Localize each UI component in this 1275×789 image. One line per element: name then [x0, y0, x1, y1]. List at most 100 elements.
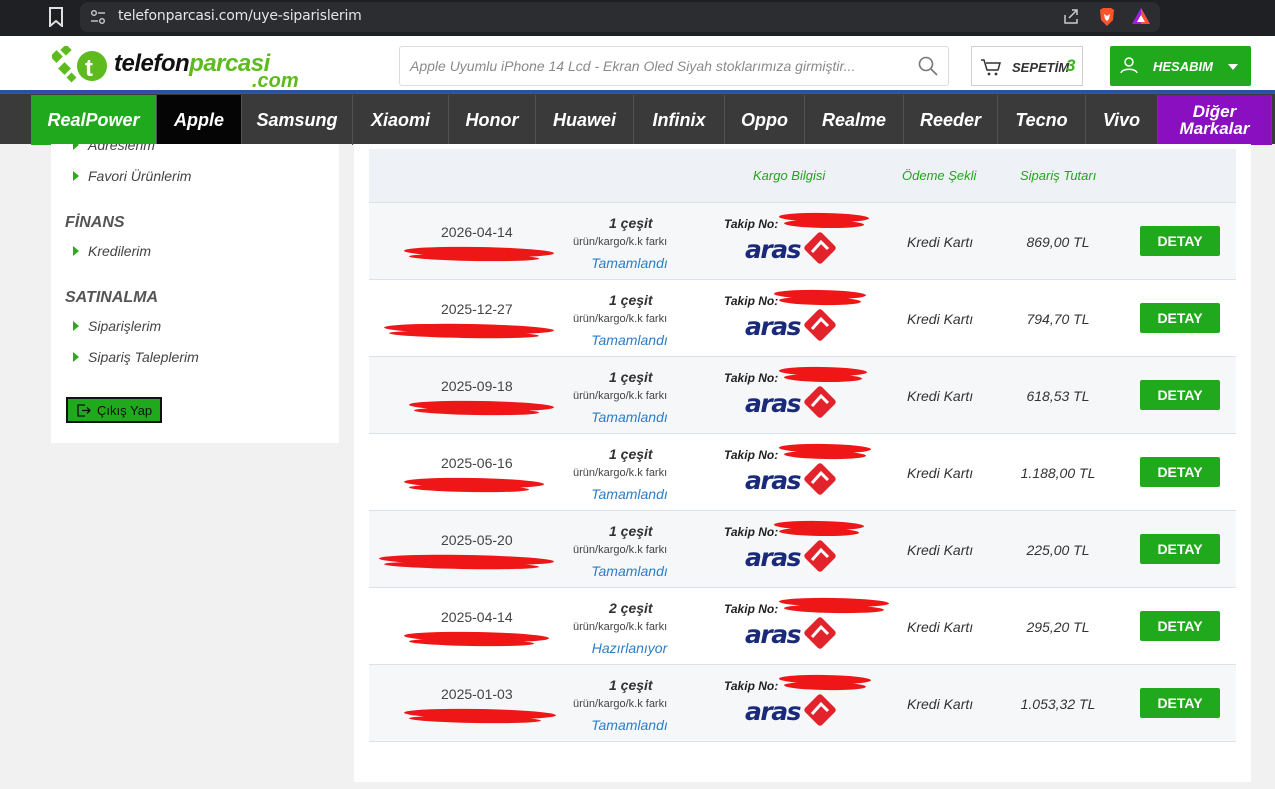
sidebar-item-favorites[interactable]: Favori Ürünlerim: [73, 168, 191, 184]
carrier-logo: aras: [745, 462, 841, 502]
rewards-icon[interactable]: [1131, 7, 1151, 25]
carrier-logo: aras: [745, 616, 841, 656]
detail-button[interactable]: DETAY: [1140, 611, 1220, 641]
arrow-right-icon: [73, 171, 79, 181]
order-date: 2026-04-14: [441, 224, 513, 240]
carrier-logo: aras: [745, 693, 841, 733]
brave-shield-icon[interactable]: [1098, 7, 1116, 27]
variety-count: 1 çeşit: [609, 292, 653, 308]
logout-button[interactable]: Çıkış Yap: [66, 397, 162, 423]
browser-toolbar: telefonparcasi.com/uye-siparislerim: [0, 0, 1275, 36]
logout-icon: [77, 404, 91, 417]
aras-logo-icon: [804, 694, 836, 726]
variety-count: 1 çeşit: [609, 215, 653, 231]
detail-button[interactable]: DETAY: [1140, 534, 1220, 564]
detail-button[interactable]: DETAY: [1140, 688, 1220, 718]
order-status: Tamamlandı: [591, 717, 668, 733]
redaction-mark: [783, 219, 865, 229]
cart-icon: [981, 59, 1001, 76]
order-date: 2025-12-27: [441, 301, 513, 317]
carrier-name: aras: [745, 466, 801, 495]
order-date: 2025-06-16: [441, 455, 513, 471]
bookmark-icon[interactable]: [48, 7, 64, 27]
redaction-mark: [783, 373, 863, 383]
nav-item-reeder[interactable]: Reeder: [904, 95, 998, 145]
tracking-label: Takip No:: [724, 602, 779, 616]
header-shipping: Kargo Bilgisi: [753, 168, 826, 183]
order-amount: 794,70 TL: [1026, 311, 1090, 327]
account-button[interactable]: HESABIM: [1110, 46, 1251, 86]
nav-item-tecno[interactable]: Tecno: [998, 95, 1086, 145]
order-status: Tamamlandı: [591, 486, 668, 502]
url-text[interactable]: telefonparcasi.com/uye-siparislerim: [118, 8, 362, 24]
tracking-label: Takip No:: [724, 217, 779, 231]
sidebar-item-order-requests[interactable]: Sipariş Taleplerim: [73, 349, 199, 365]
share-icon[interactable]: [1062, 7, 1080, 25]
table-row: 2025-06-16 1 çeşit ürün/kargo/k.k farkı …: [369, 434, 1236, 511]
logo-wordmark: telefonparcasi: [114, 50, 270, 77]
header-total: Sipariş Tutarı: [1020, 168, 1097, 183]
cart-button[interactable]: SEPETİM 3: [971, 46, 1083, 86]
redaction-mark: [783, 450, 867, 460]
site-settings-icon[interactable]: [90, 9, 106, 25]
order-status: Tamamlandı: [591, 563, 668, 579]
orders-panel: Kargo Bilgisi Ödeme Şekli Sipariş Tutarı…: [354, 144, 1251, 782]
price-diff-label: ürün/kargo/k.k farkı: [573, 390, 668, 402]
price-diff-label: ürün/kargo/k.k farkı: [573, 698, 668, 710]
payment-method: Kredi Kartı: [907, 696, 974, 712]
payment-method: Kredi Kartı: [907, 542, 974, 558]
header-payment: Ödeme Şekli: [902, 168, 977, 183]
table-header: Kargo Bilgisi Ödeme Şekli Sipariş Tutarı: [369, 149, 1236, 203]
nav-item-xiaomi[interactable]: Xiaomi: [353, 95, 449, 145]
carrier-logo: aras: [745, 539, 841, 579]
brand-nav: RealPower Apple Samsung Xiaomi Honor Hua…: [0, 93, 1275, 145]
redaction-mark: [778, 296, 862, 306]
nav-item-realme[interactable]: Realme: [805, 95, 904, 145]
price-diff-label: ürün/kargo/k.k farkı: [573, 467, 668, 479]
payment-method: Kredi Kartı: [907, 465, 974, 481]
nav-item-honor[interactable]: Honor: [449, 95, 536, 145]
tracking-label: Takip No:: [724, 679, 779, 693]
order-amount: 869,00 TL: [1026, 234, 1090, 250]
carrier-name: aras: [745, 697, 801, 726]
nav-item-huawei[interactable]: Huawei: [536, 95, 634, 145]
tracking-label: Takip No:: [724, 525, 779, 539]
logo-mark-icon: t: [52, 46, 107, 83]
nav-item-other-brands[interactable]: Diğer Markalar: [1158, 95, 1272, 145]
aras-logo-icon: [804, 463, 836, 495]
sidebar-heading-satinalma: SATINALMA: [65, 289, 159, 306]
order-amount: 225,00 TL: [1026, 542, 1090, 558]
nav-item-realpower[interactable]: RealPower: [31, 95, 157, 145]
detail-button[interactable]: DETAY: [1140, 303, 1220, 333]
nav-item-samsung[interactable]: Samsung: [242, 95, 353, 145]
tracking-label: Takip No:: [724, 371, 779, 385]
arrow-right-icon: [73, 352, 79, 362]
address-bar[interactable]: telefonparcasi.com/uye-siparislerim: [80, 2, 1160, 32]
carrier-name: aras: [745, 389, 801, 418]
sidebar-item-credits[interactable]: Kredilerim: [73, 243, 151, 259]
site-logo[interactable]: t telefonparcasi .com: [52, 46, 312, 92]
detail-button[interactable]: DETAY: [1140, 226, 1220, 256]
detail-button[interactable]: DETAY: [1140, 457, 1220, 487]
chevron-down-icon: [1228, 64, 1238, 70]
aras-logo-icon: [804, 232, 836, 264]
tracking-label: Takip No:: [724, 294, 779, 308]
carrier-logo: aras: [745, 231, 841, 271]
table-row: 2025-05-20 1 çeşit ürün/kargo/k.k farkı …: [369, 511, 1236, 588]
sidebar-heading-finans: FİNANS: [65, 214, 125, 231]
search-input[interactable]: Apple Uyumlu iPhone 14 Lcd - Ekran Oled …: [399, 46, 949, 86]
nav-item-infinix[interactable]: Infinix: [634, 95, 725, 145]
order-status: Tamamlandı: [591, 332, 668, 348]
sidebar-item-orders[interactable]: Siparişlerim: [73, 318, 161, 334]
nav-item-apple[interactable]: Apple: [157, 95, 242, 145]
nav-item-vivo[interactable]: Vivo: [1086, 95, 1158, 145]
variety-count: 1 çeşit: [609, 523, 653, 539]
table-row: 2025-01-03 1 çeşit ürün/kargo/k.k farkı …: [369, 665, 1236, 742]
redaction-mark: [778, 527, 860, 537]
detail-button[interactable]: DETAY: [1140, 380, 1220, 410]
search-icon[interactable]: [918, 56, 938, 76]
sidebar-item-addresses[interactable]: Adreslerim: [73, 144, 155, 153]
account-label: HESABIM: [1153, 59, 1213, 74]
payment-method: Kredi Kartı: [907, 388, 974, 404]
nav-item-oppo[interactable]: Oppo: [725, 95, 805, 145]
